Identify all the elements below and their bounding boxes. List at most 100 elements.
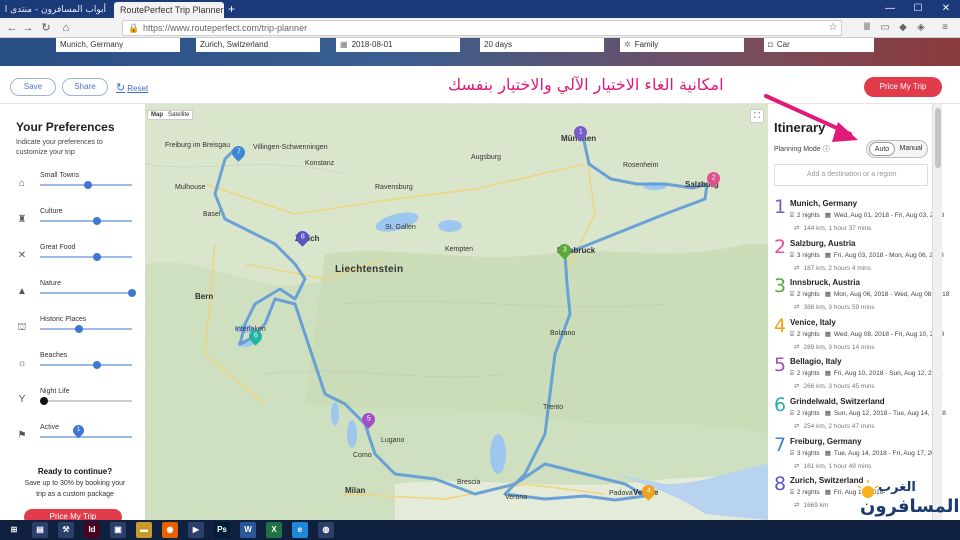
drive-car-icon: ⇄: [794, 225, 800, 232]
map-type-map[interactable]: Map: [151, 112, 163, 118]
stop-name[interactable]: Grindelwald, Switzerland: [790, 397, 885, 406]
menu-icon[interactable]: ≡: [938, 21, 952, 35]
preference-slider-handle[interactable]: [84, 181, 92, 189]
internet-explorer-icon[interactable]: e: [292, 522, 308, 538]
shield-icon[interactable]: ◈: [914, 21, 928, 35]
to-field[interactable]: Zurich, Switzerland: [196, 38, 320, 52]
from-field[interactable]: Munich, Germany: [56, 38, 180, 52]
itinerary-stop[interactable]: 5 Bellagio, Italy ⌸ 2 nights ▦ Fri, Aug 10, 2…: [772, 354, 943, 394]
preference-slider-handle[interactable]: [92, 217, 101, 225]
scrollbar-thumb[interactable]: [935, 108, 941, 168]
forward-icon[interactable]: →: [20, 20, 36, 36]
date-field[interactable]: ▦ 2018-08-01: [336, 38, 460, 52]
mode-auto-button[interactable]: Auto: [869, 142, 895, 156]
tool-icon[interactable]: ⚒: [58, 522, 74, 538]
map-type-switch[interactable]: Map Satellite: [147, 110, 194, 120]
drive-distance: 289 km, 3 hours 14 mins: [803, 343, 875, 351]
planning-mode-toggle[interactable]: Auto Manual: [866, 140, 928, 158]
itinerary-stop[interactable]: 7 Freiburg, Germany ⌸ 3 nights ▦ Tue, Aug 14,…: [772, 434, 942, 474]
route-map[interactable]: MapSatellite ⛶ Liechtenstein MünchenSalz…: [145, 104, 768, 520]
preference-label: Night Life: [40, 388, 70, 395]
drive-distance: 1669 km: [803, 502, 829, 510]
windows-start-icon[interactable]: ⊞: [6, 522, 22, 538]
preference-slider-track[interactable]: [40, 292, 132, 294]
stop-name[interactable]: Bellagio, Italy: [790, 357, 842, 366]
stop-dates-row: ⌸ 2 nights ▦ Sun, Aug 12, 2018 - Tue, Aug 1…: [790, 409, 946, 418]
excel-icon[interactable]: X: [266, 522, 282, 538]
itinerary-scrollbar[interactable]: [932, 104, 942, 540]
drive-car-icon: ⇄: [794, 502, 800, 510]
calendar-icon: ▦: [824, 370, 831, 378]
reload-icon[interactable]: ↻: [38, 20, 54, 36]
preference-slider-handle[interactable]: [92, 253, 101, 261]
itinerary-stop[interactable]: 1 Munich, Germany ⌸ 2 nights ▦ Wed, Aug 01, 2…: [772, 196, 944, 236]
price-my-trip-button[interactable]: Price My Trip: [864, 77, 942, 97]
transport-field[interactable]: ◘ Car: [764, 38, 874, 52]
preference-slider-handle[interactable]: [128, 289, 136, 297]
preference-slider-track[interactable]: [40, 436, 132, 438]
photoshop-alt-icon[interactable]: ▣: [110, 522, 126, 538]
preferences-subtitle: Indicate your preferences to customize y…: [16, 139, 103, 156]
drive-car-icon: ⇄: [794, 264, 800, 272]
preference-slider-track[interactable]: [40, 220, 132, 222]
library-icon[interactable]: Ⅲ: [860, 21, 874, 35]
chrome-icon[interactable]: ◍: [318, 522, 334, 538]
stop-name[interactable]: Innsbruck, Austria: [790, 278, 860, 287]
minimize-icon[interactable]: —: [876, 0, 904, 18]
stop-name[interactable]: Salzburg, Austria: [790, 239, 856, 248]
back-icon[interactable]: ←: [4, 20, 20, 36]
reset-button[interactable]: ↻ Reset: [116, 81, 148, 94]
mode-manual-button[interactable]: Manual: [897, 142, 925, 156]
add-destination-input[interactable]: Add a destination or a region: [774, 164, 928, 186]
duration-field[interactable]: 20 days: [480, 38, 604, 52]
home-icon[interactable]: ⌂: [58, 20, 74, 36]
itinerary-stop[interactable]: 4 Venice, Italy ⌸ 2 nights ▦ Wed, Aug 08, 201…: [772, 315, 944, 355]
map-pin-number: 7: [236, 149, 241, 156]
url-input[interactable]: 🔒 https://www.routeperfect.com/trip-plan…: [122, 20, 842, 36]
drive-distance: 254 km, 2 hours 47 mins: [803, 423, 875, 430]
stop-dates-row: ⌸ 2 nights ▦ Mon, Aug 06, 2018 - Wed, Aug 0…: [790, 290, 949, 299]
close-icon[interactable]: ✕: [932, 0, 960, 18]
save-button[interactable]: Save: [10, 78, 56, 96]
extension-icon[interactable]: ◆: [896, 21, 910, 35]
bookmark-star-icon[interactable]: ☆: [826, 21, 840, 35]
preference-small-towns: ⌂ Small Towns: [14, 172, 136, 204]
indesign-icon[interactable]: Id: [84, 522, 100, 538]
tab-forum[interactable]: أبواب المسافرون - منتدى المسافرون: [4, 2, 112, 18]
stop-name[interactable]: Munich, Germany: [790, 199, 857, 208]
itinerary-stop[interactable]: 3 Innsbruck, Austria ⌸ 2 nights ▦ Mon, Aug 06…: [772, 275, 949, 315]
media-icon[interactable]: ▶: [188, 522, 204, 538]
preference-slider-handle[interactable]: [75, 325, 84, 333]
itinerary-stop[interactable]: 6 Grindelwald, Switzerland ⌸ 2 nights ▦ Sun, …: [772, 394, 946, 434]
stop-drive: ⇄ 266 km, 3 hours 45 mins: [794, 382, 875, 390]
itinerary-stop[interactable]: 2 Salzburg, Austria ⌸ 3 nights ▦ Fri, Aug 03,…: [772, 236, 944, 276]
preference-slider-track[interactable]: [40, 328, 132, 330]
preference-slider-handle[interactable]: [40, 397, 48, 405]
sidebar-icon[interactable]: ▭: [878, 21, 892, 35]
preference-slider-handle[interactable]: [92, 361, 101, 369]
preference-slider-track[interactable]: [40, 364, 132, 366]
firefox-icon[interactable]: ◉: [162, 522, 178, 538]
tab-routeperfect[interactable]: RoutePerfect Trip Planner - C: [114, 2, 224, 18]
stop-name[interactable]: Venice, Italy: [790, 318, 836, 327]
hiking-icon: ⚑: [17, 430, 27, 441]
stop-dates-row: ⌸ 2 nights ▦ Wed, Aug 08, 2018 - Fri, Aug 1…: [790, 330, 944, 339]
share-button[interactable]: Share: [62, 78, 108, 96]
preference-slider-track[interactable]: [40, 400, 132, 402]
bed-icon: ⌸: [790, 212, 794, 219]
map-type-satellite[interactable]: Satellite: [168, 112, 189, 118]
reset-label: Reset: [127, 84, 149, 93]
maximize-icon[interactable]: ☐: [904, 0, 932, 18]
stop-name[interactable]: Freiburg, Germany: [790, 437, 862, 446]
word-icon[interactable]: W: [240, 522, 256, 538]
new-tab-button[interactable]: +: [228, 1, 235, 17]
photoshop-icon[interactable]: Ps: [214, 522, 230, 538]
preference-nature: ▲ Nature: [14, 280, 136, 312]
travelers-field[interactable]: ✲ Family: [620, 38, 744, 52]
preference-slider-track[interactable]: [40, 256, 132, 258]
to-value: Zurich, Switzerland: [200, 40, 269, 49]
drive-car-icon: ⇄: [794, 343, 800, 351]
bed-icon: ⌸: [790, 370, 794, 378]
terminal-icon[interactable]: ▤: [32, 522, 48, 538]
folder-icon[interactable]: ▬: [136, 522, 152, 538]
